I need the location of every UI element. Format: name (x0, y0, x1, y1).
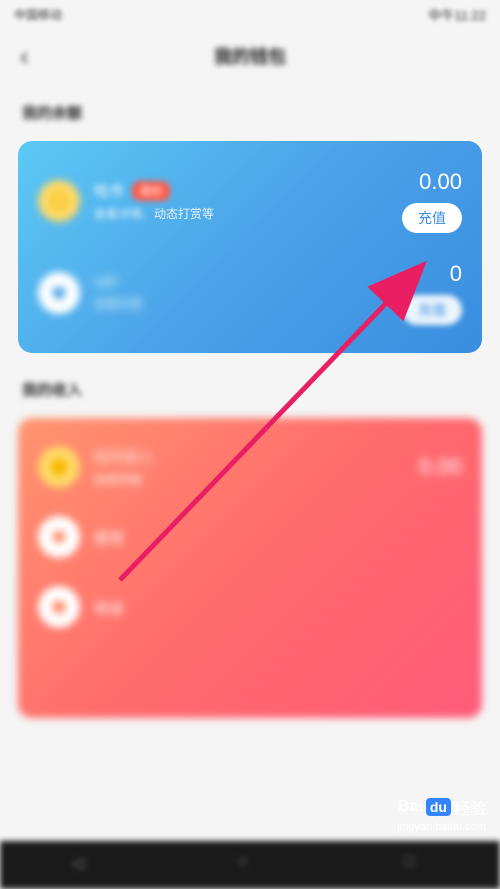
bottom-nav: ◁ ○ □ (0, 841, 500, 889)
balance-card: 哈币 限时 查看详情、动态打赏等 0.00 充值 VIP 查看详情 0 充值 (18, 141, 482, 353)
vip-recharge-button[interactable]: 充值 (402, 295, 462, 325)
earnings-icon (38, 586, 80, 628)
status-bar: 中国移动 中午11:22 (0, 0, 500, 28)
nav-home-icon[interactable]: ○ (238, 853, 262, 877)
income-card: 哈币收入 查看明细 0.00 提现 收益 (18, 418, 482, 718)
section-income-title: 我的收入 (0, 361, 500, 410)
income-row-1[interactable]: 哈币收入 查看明细 0.00 (38, 436, 462, 498)
income-row-3[interactable]: 收益 (38, 576, 462, 638)
balance-row-coin[interactable]: 哈币 限时 查看详情、动态打赏等 0.00 充值 (38, 159, 462, 243)
watermark-du: du (426, 798, 451, 816)
withdraw-content: 提现 (94, 527, 462, 548)
income-desc: 查看明细 (94, 471, 382, 488)
watermark-bai: Bai (398, 798, 423, 816)
watermark-logo: Bai du 经验 (398, 795, 486, 819)
income-title: 哈币收入 (94, 446, 154, 467)
heart-icon (38, 272, 80, 314)
coin-icon (38, 180, 80, 222)
earnings-title: 收益 (94, 600, 124, 617)
page-title: 我的钱包 (214, 43, 286, 69)
nav-recent-icon[interactable]: □ (405, 853, 429, 877)
recharge-button[interactable]: 充值 (402, 203, 462, 233)
income-value: 0.00 (419, 454, 462, 480)
back-icon[interactable]: ‹ (20, 41, 29, 72)
withdraw-icon (38, 516, 80, 558)
vip-value: 0 (450, 261, 462, 287)
vip-row-content: VIP 查看详情 (94, 274, 382, 312)
coin-title: 哈币 (94, 180, 124, 201)
income-right: 0.00 (382, 454, 462, 480)
withdraw-title: 提现 (94, 530, 124, 547)
coin-value: 0.00 (419, 169, 462, 195)
income-row-2[interactable]: 提现 (38, 506, 462, 568)
status-time: 中午11:22 (428, 5, 486, 24)
watermark: Bai du 经验 jingyan.baidu.com (397, 795, 486, 833)
vip-desc: 查看详情 (94, 295, 382, 312)
status-right: 中午11:22 (428, 5, 486, 24)
vip-right: 0 充值 (382, 261, 462, 325)
watermark-url: jingyan.baidu.com (397, 821, 486, 833)
nav-back-icon[interactable]: ◁ (71, 853, 95, 877)
coin-right: 0.00 充值 (382, 169, 462, 233)
balance-row-vip[interactable]: VIP 查看详情 0 充值 (38, 251, 462, 335)
coin-badge: 限时 (132, 181, 170, 201)
nav-bar: ‹ 我的钱包 (0, 28, 500, 84)
vip-title: VIP (94, 274, 118, 291)
carrier-label: 中国移动 (14, 6, 62, 23)
income-coin-icon (38, 446, 80, 488)
watermark-jingyan: 经验 (454, 795, 486, 819)
earnings-content: 收益 (94, 597, 462, 618)
balance-row-content: 哈币 限时 查看详情、动态打赏等 (94, 180, 382, 222)
section-balance-title: 我的余额 (0, 84, 500, 133)
income-row-content: 哈币收入 查看明细 (94, 446, 382, 488)
coin-desc: 查看详情、动态打赏等 (94, 205, 382, 222)
